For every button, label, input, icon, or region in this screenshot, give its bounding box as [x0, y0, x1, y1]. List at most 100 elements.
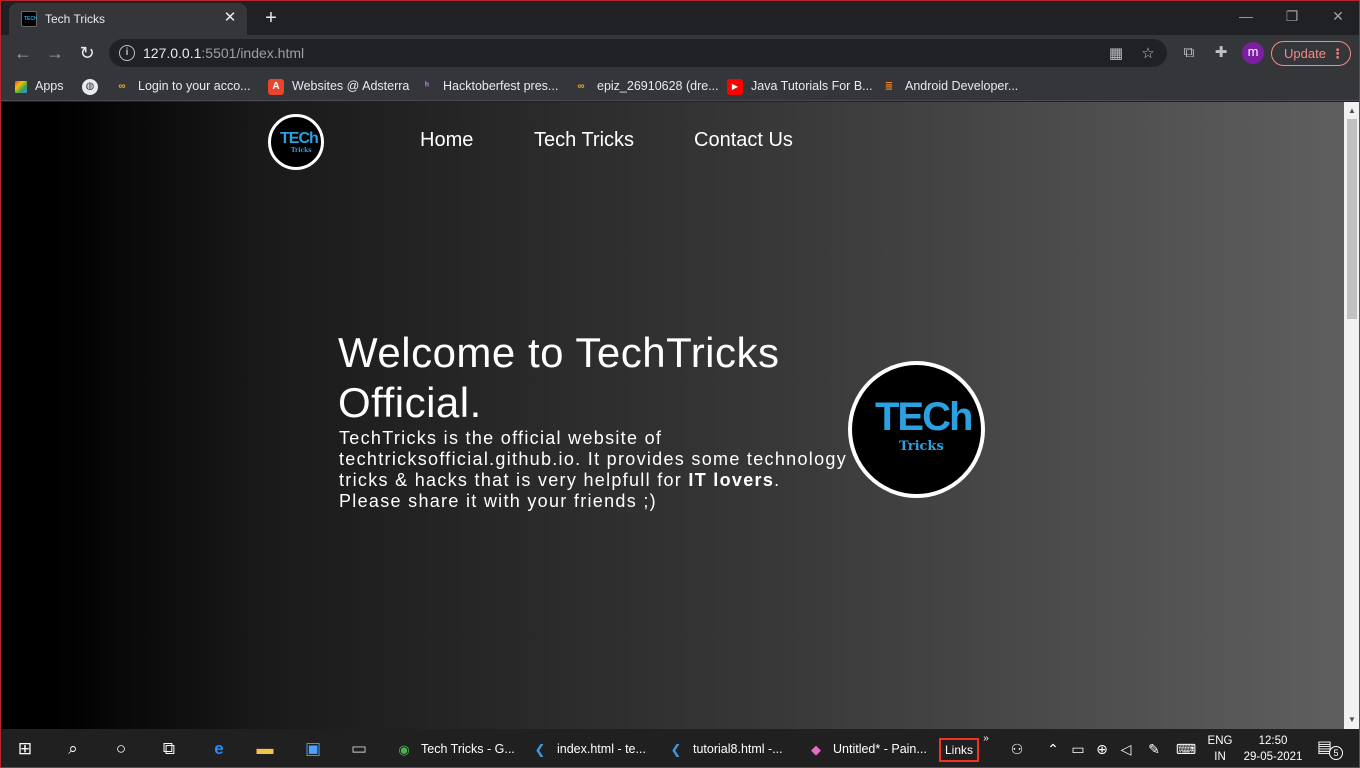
system-clock[interactable]: 12:50 29-05-2021 — [1241, 733, 1305, 765]
touch-keyboard-icon[interactable]: ⌨ — [1173, 739, 1199, 759]
network-globe-icon[interactable]: ⊕ — [1092, 739, 1112, 759]
lens-extension-icon[interactable]: ⧉ — [1179, 43, 1199, 63]
search-icon[interactable]: ⌕ — [61, 737, 85, 761]
hero-text-bold: IT lovers — [688, 470, 775, 490]
bookmark-adsterra[interactable]: A Websites @ Adsterra — [268, 77, 409, 95]
language-code: ENG — [1207, 735, 1233, 747]
adsterra-icon: A — [268, 78, 284, 95]
bookmark-label: Hacktoberfest pres... — [443, 79, 559, 93]
edge-icon[interactable]: e — [207, 737, 231, 761]
browser-tab[interactable]: TECh Tech Tricks ✕ — [9, 3, 247, 35]
minimize-icon[interactable]: — — [1223, 5, 1269, 27]
bookmark-label: Java Tutorials For B... — [751, 79, 873, 93]
nav-tech-tricks[interactable]: Tech Tricks — [534, 129, 634, 152]
show-hidden-icons-chevron-icon[interactable]: ⌃ — [1043, 739, 1063, 759]
scrollbar-thumb[interactable] — [1347, 119, 1357, 319]
taskbar-app-label: index.html - te... — [557, 742, 646, 756]
site-info-icon[interactable]: i — [119, 45, 135, 61]
links-toolbar[interactable]: Links — [939, 738, 979, 762]
bookmark-java-tutorials[interactable]: ▶ Java Tutorials For B... — [727, 77, 873, 95]
qr-code-icon[interactable]: ▦ — [1107, 45, 1125, 63]
action-center-icon[interactable]: ▤ 5 — [1317, 737, 1343, 761]
task-view-icon[interactable]: ⧉ — [157, 737, 181, 761]
forward-icon[interactable]: → — [43, 41, 67, 65]
restore-icon[interactable]: ❐ — [1269, 5, 1315, 27]
terminal-icon[interactable]: ▭ — [347, 737, 371, 761]
menu-dots-icon[interactable]: ⋮ — [1331, 42, 1344, 65]
nav-home[interactable]: Home — [420, 129, 473, 152]
reload-icon[interactable]: ↻ — [75, 41, 99, 65]
windows-taskbar: ⊞ ⌕ ○ ⧉ e ▬ ▣ ▭ ◉ Tech Tricks - G... ❮ ind… — [1, 729, 1359, 767]
youtube-icon: ▶ — [727, 78, 743, 95]
screen: TECh Tech Tricks ✕ + — ❐ ✕ ← → ↻ i 127.0… — [0, 0, 1360, 768]
people-icon[interactable]: ⚇ — [1007, 739, 1027, 759]
vscode-icon: ❮ — [670, 741, 682, 757]
windows-start-icon[interactable]: ⊞ — [13, 737, 37, 761]
taskbar-app-label: Untitled* - Pain... — [833, 742, 927, 756]
bookmark-globe[interactable]: ◍ — [82, 77, 106, 95]
logo-sub-text: Tricks — [899, 439, 944, 454]
vscode-icon: ❮ — [534, 741, 546, 757]
battery-icon[interactable]: ▭ — [1068, 739, 1088, 759]
bookmark-label: epiz_26910628 (dre... — [597, 79, 719, 93]
update-button[interactable]: Update ⋮ — [1271, 41, 1351, 66]
browser-tabbar: TECh Tech Tricks ✕ + — ❐ ✕ — [1, 1, 1359, 35]
url-host: 127.0.0.1 — [143, 45, 202, 61]
taskbar-app-vscode-tutorial[interactable]: ❮ tutorial8.html -... — [665, 729, 791, 767]
extensions-puzzle-icon[interactable]: ✚ — [1211, 43, 1231, 63]
globe-icon: ◍ — [82, 78, 98, 95]
hero-description: TechTricks is the official website of te… — [339, 428, 849, 512]
bookmark-label: Apps — [35, 79, 64, 93]
url-text[interactable]: 127.0.0.1:5501/index.html — [143, 45, 304, 61]
bookmark-apps[interactable]: Apps — [15, 77, 64, 95]
site-logo[interactable]: TECh Tricks — [268, 114, 324, 170]
address-bar[interactable]: i 127.0.0.1:5501/index.html ▦ ☆ — [109, 39, 1167, 67]
logo-sub-text: Tricks — [291, 147, 312, 154]
taskbar-app-paint3d[interactable]: ◆ Untitled* - Pain... — [805, 729, 929, 767]
cortana-icon[interactable]: ○ — [109, 737, 133, 761]
logo-main-text: TECh — [280, 130, 319, 147]
back-icon[interactable]: ← — [11, 41, 35, 65]
bookmark-star-icon[interactable]: ☆ — [1139, 45, 1157, 63]
taskbar-app-label: tutorial8.html -... — [693, 742, 783, 756]
bookmark-hacktoberfest[interactable]: ʰ Hacktoberfest pres... — [419, 77, 558, 95]
hacktoberfest-icon: ʰ — [425, 80, 429, 92]
bookmark-label: Websites @ Adsterra — [292, 79, 410, 93]
file-explorer-icon[interactable]: ▬ — [253, 737, 277, 761]
profile-avatar[interactable]: m — [1242, 42, 1264, 64]
photos-icon[interactable]: ▣ — [301, 737, 325, 761]
tab-title: Tech Tricks — [45, 12, 106, 26]
taskbar-app-vscode-index[interactable]: ❮ index.html - te... — [529, 729, 651, 767]
infinity-icon: ∞ — [118, 80, 126, 92]
volume-icon[interactable]: ◁ — [1116, 739, 1136, 759]
clock-date: 29-05-2021 — [1243, 751, 1303, 763]
apps-grid-icon — [15, 80, 27, 93]
scroll-down-icon[interactable]: ▼ — [1344, 713, 1359, 727]
taskbar-app-label: Tech Tricks - G... — [421, 742, 515, 756]
scroll-up-icon[interactable]: ▲ — [1344, 104, 1359, 118]
taskbar-app-chrome[interactable]: ◉ Tech Tricks - G... — [393, 729, 515, 767]
infinity-icon: ∞ — [577, 80, 585, 92]
bookmark-android-dev[interactable]: ≣ Android Developer... — [881, 77, 1018, 95]
toolbar-overflow-icon[interactable]: » — [976, 729, 996, 749]
close-tab-icon[interactable]: ✕ — [221, 9, 239, 27]
tab-favicon: TECh — [21, 11, 37, 27]
notification-count-badge: 5 — [1329, 746, 1343, 760]
browser-toolbar: ← → ↻ i 127.0.0.1:5501/index.html ▦ ☆ ⧉ … — [1, 35, 1359, 71]
update-label: Update — [1284, 46, 1326, 61]
nav-contact-us[interactable]: Contact Us — [694, 129, 793, 152]
bookmark-epiz[interactable]: ∞ epiz_26910628 (dre... — [573, 77, 719, 95]
region-code: IN — [1214, 751, 1226, 763]
window-close-icon[interactable]: ✕ — [1315, 5, 1359, 27]
bookmarks-bar: Apps ◍ ∞ Login to your acco... A Websites … — [1, 71, 1359, 101]
pen-workspace-icon[interactable]: ✎ — [1144, 739, 1164, 759]
language-indicator[interactable]: ENG IN — [1207, 733, 1233, 765]
stackoverflow-icon: ≣ — [884, 80, 894, 92]
bookmark-login[interactable]: ∞ Login to your acco... — [114, 77, 250, 95]
hero-title: Welcome to TechTricks Official. — [338, 329, 780, 426]
chrome-icon: ◉ — [398, 741, 410, 757]
logo-main-text: TECh — [875, 395, 973, 439]
page-scrollbar[interactable]: ▲ ▼ — [1344, 102, 1359, 729]
clock-time: 12:50 — [1258, 735, 1288, 747]
new-tab-icon[interactable]: + — [259, 6, 283, 30]
